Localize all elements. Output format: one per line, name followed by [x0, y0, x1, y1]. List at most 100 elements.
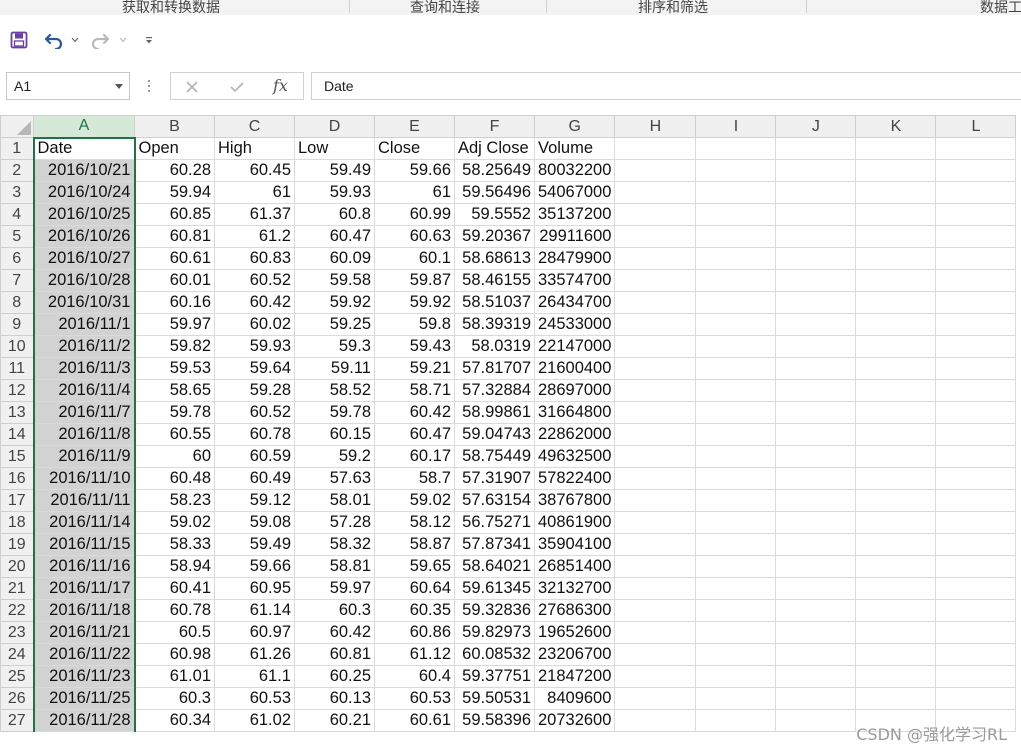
cell[interactable]: [855, 401, 937, 424]
cell[interactable]: 58.68613: [454, 247, 535, 270]
cell[interactable]: 59.66: [214, 555, 295, 578]
cell[interactable]: [695, 489, 777, 512]
select-all-button[interactable]: [0, 115, 34, 138]
cell[interactable]: 60.85: [134, 203, 215, 226]
cell[interactable]: [614, 533, 697, 556]
cell[interactable]: [775, 643, 857, 666]
cell[interactable]: [775, 379, 857, 402]
cell[interactable]: 57.63: [294, 467, 375, 490]
cell[interactable]: 59.92: [374, 291, 455, 314]
cell[interactable]: 26851400: [533, 555, 616, 578]
cell[interactable]: [935, 357, 1017, 380]
cell[interactable]: Low: [294, 137, 375, 160]
cell[interactable]: 60.13: [294, 687, 375, 710]
cell[interactable]: 59.92: [294, 291, 375, 314]
cell[interactable]: 60.42: [294, 621, 375, 644]
cell[interactable]: 60.28: [134, 159, 215, 182]
column-header[interactable]: H: [614, 115, 697, 138]
cell[interactable]: [855, 203, 937, 226]
column-header[interactable]: D: [294, 115, 375, 138]
cell[interactable]: 60.41: [134, 577, 215, 600]
cell[interactable]: [614, 137, 697, 160]
cell[interactable]: 60.98: [134, 643, 215, 666]
cell[interactable]: 33574700: [533, 269, 616, 292]
cell[interactable]: 35137200: [533, 203, 616, 226]
formula-bar-input[interactable]: Date: [311, 72, 1021, 100]
cell[interactable]: 58.46155: [454, 269, 535, 292]
row-header[interactable]: 12: [0, 379, 34, 402]
cell[interactable]: 20732600: [533, 709, 616, 732]
row-header[interactable]: 18: [0, 511, 34, 534]
cell[interactable]: 60.64: [374, 577, 455, 600]
cell[interactable]: 57.87341: [454, 533, 535, 556]
cell[interactable]: 59.3: [294, 335, 375, 358]
cell[interactable]: [935, 511, 1017, 534]
cell[interactable]: [775, 291, 857, 314]
column-header[interactable]: B: [134, 115, 215, 138]
cell[interactable]: 2016/11/3: [32, 357, 136, 380]
cell[interactable]: 2016/10/25: [32, 203, 136, 226]
cell[interactable]: 60.42: [374, 401, 455, 424]
cell[interactable]: 60.52: [214, 401, 295, 424]
cell[interactable]: 60.53: [374, 687, 455, 710]
cell[interactable]: 59.94: [134, 181, 215, 204]
cell[interactable]: 29911600: [533, 225, 616, 248]
cell[interactable]: 60.16: [134, 291, 215, 314]
cell[interactable]: 35904100: [533, 533, 616, 556]
cell[interactable]: [855, 423, 937, 446]
cell[interactable]: [775, 159, 857, 182]
cell[interactable]: 23206700: [533, 643, 616, 666]
cell[interactable]: 8409600: [533, 687, 616, 710]
cell[interactable]: 59.12: [214, 489, 295, 512]
cell[interactable]: 2016/11/11: [32, 489, 136, 512]
cell[interactable]: 58.33: [134, 533, 215, 556]
cell[interactable]: [855, 533, 937, 556]
cell[interactable]: [855, 511, 937, 534]
cell[interactable]: 59.93: [214, 335, 295, 358]
cell[interactable]: 60.3: [294, 599, 375, 622]
cell[interactable]: [775, 137, 857, 160]
row-header[interactable]: 21: [0, 577, 34, 600]
cell[interactable]: [935, 445, 1017, 468]
cell[interactable]: [855, 335, 937, 358]
cell[interactable]: 59.20367: [454, 225, 535, 248]
cell[interactable]: 40861900: [533, 511, 616, 534]
cell[interactable]: 58.7: [374, 467, 455, 490]
cell[interactable]: 58.99861: [454, 401, 535, 424]
column-header[interactable]: F: [454, 115, 535, 138]
cell[interactable]: 59.02: [134, 511, 215, 534]
cell[interactable]: 60.81: [134, 225, 215, 248]
row-header[interactable]: 24: [0, 643, 34, 666]
cell[interactable]: Adj Close: [454, 137, 535, 160]
cell[interactable]: [775, 577, 857, 600]
cell[interactable]: [935, 247, 1017, 270]
cell[interactable]: 60.52: [214, 269, 295, 292]
cell[interactable]: 59.97: [134, 313, 215, 336]
cell[interactable]: 59.37751: [454, 665, 535, 688]
cell[interactable]: [775, 269, 857, 292]
cell[interactable]: [695, 467, 777, 490]
cell[interactable]: 2016/11/18: [32, 599, 136, 622]
cell[interactable]: 56.75271: [454, 511, 535, 534]
cell[interactable]: 58.94: [134, 555, 215, 578]
cell[interactable]: [855, 137, 937, 160]
cell[interactable]: [935, 467, 1017, 490]
cell[interactable]: [614, 401, 697, 424]
row-header[interactable]: 26: [0, 687, 34, 710]
row-header[interactable]: 4: [0, 203, 34, 226]
cell[interactable]: 59.32836: [454, 599, 535, 622]
cell[interactable]: [855, 225, 937, 248]
cell[interactable]: [775, 555, 857, 578]
cell[interactable]: [614, 291, 697, 314]
cell[interactable]: 28479900: [533, 247, 616, 270]
cell[interactable]: [855, 599, 937, 622]
cell[interactable]: 61: [214, 181, 295, 204]
cell[interactable]: [935, 159, 1017, 182]
cell[interactable]: 60.34: [134, 709, 215, 732]
cell[interactable]: 58.01: [294, 489, 375, 512]
row-header[interactable]: 25: [0, 665, 34, 688]
cell[interactable]: [935, 577, 1017, 600]
cell[interactable]: 54067000: [533, 181, 616, 204]
cell[interactable]: 49632500: [533, 445, 616, 468]
cell[interactable]: [614, 379, 697, 402]
